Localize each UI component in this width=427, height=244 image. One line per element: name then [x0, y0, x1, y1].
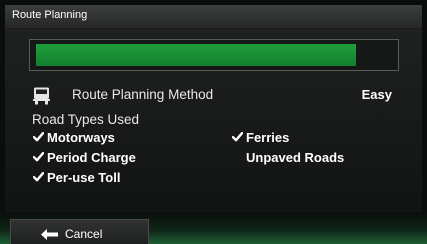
window-title: Route Planning: [12, 9, 88, 21]
road-type-label: Motorways: [47, 130, 115, 145]
route-progress-bar: [29, 39, 399, 71]
route-progress-fill: [36, 44, 356, 66]
check-icon: [32, 170, 47, 185]
road-type-ferries[interactable]: Ferries: [231, 130, 290, 145]
check-icon: [231, 130, 246, 145]
route-method-value: Easy: [361, 87, 392, 102]
road-types-heading: Road Types Used: [32, 112, 140, 127]
route-method-label: Route Planning Method: [72, 87, 214, 102]
road-type-label: Period Charge: [47, 150, 136, 165]
road-type-label: Ferries: [246, 130, 290, 145]
route-planning-screen: Route Planning Route Planning Method Eas…: [0, 0, 427, 244]
road-type-period-charge[interactable]: Period Charge: [32, 150, 136, 165]
road-type-motorways[interactable]: Motorways: [32, 130, 115, 145]
check-icon: [32, 150, 47, 165]
road-type-per-use-toll[interactable]: Per-use Toll: [32, 170, 121, 185]
bottom-bar: Cancel: [0, 212, 427, 244]
check-icon: [32, 130, 47, 145]
back-arrow-icon: [41, 227, 58, 240]
road-type-label: Unpaved Roads: [246, 150, 345, 165]
cancel-button[interactable]: Cancel: [10, 219, 149, 244]
route-method-row[interactable]: Route Planning Method Easy: [5, 87, 422, 107]
road-type-unpaved-roads[interactable]: Unpaved Roads: [232, 150, 344, 165]
title-bar: Route Planning: [5, 5, 422, 29]
truck-icon: [33, 87, 50, 105]
route-panel: Route Planning Method Easy Road Types Us…: [5, 29, 422, 212]
cancel-label: Cancel: [65, 227, 103, 241]
road-type-label: Per-use Toll: [47, 170, 121, 185]
